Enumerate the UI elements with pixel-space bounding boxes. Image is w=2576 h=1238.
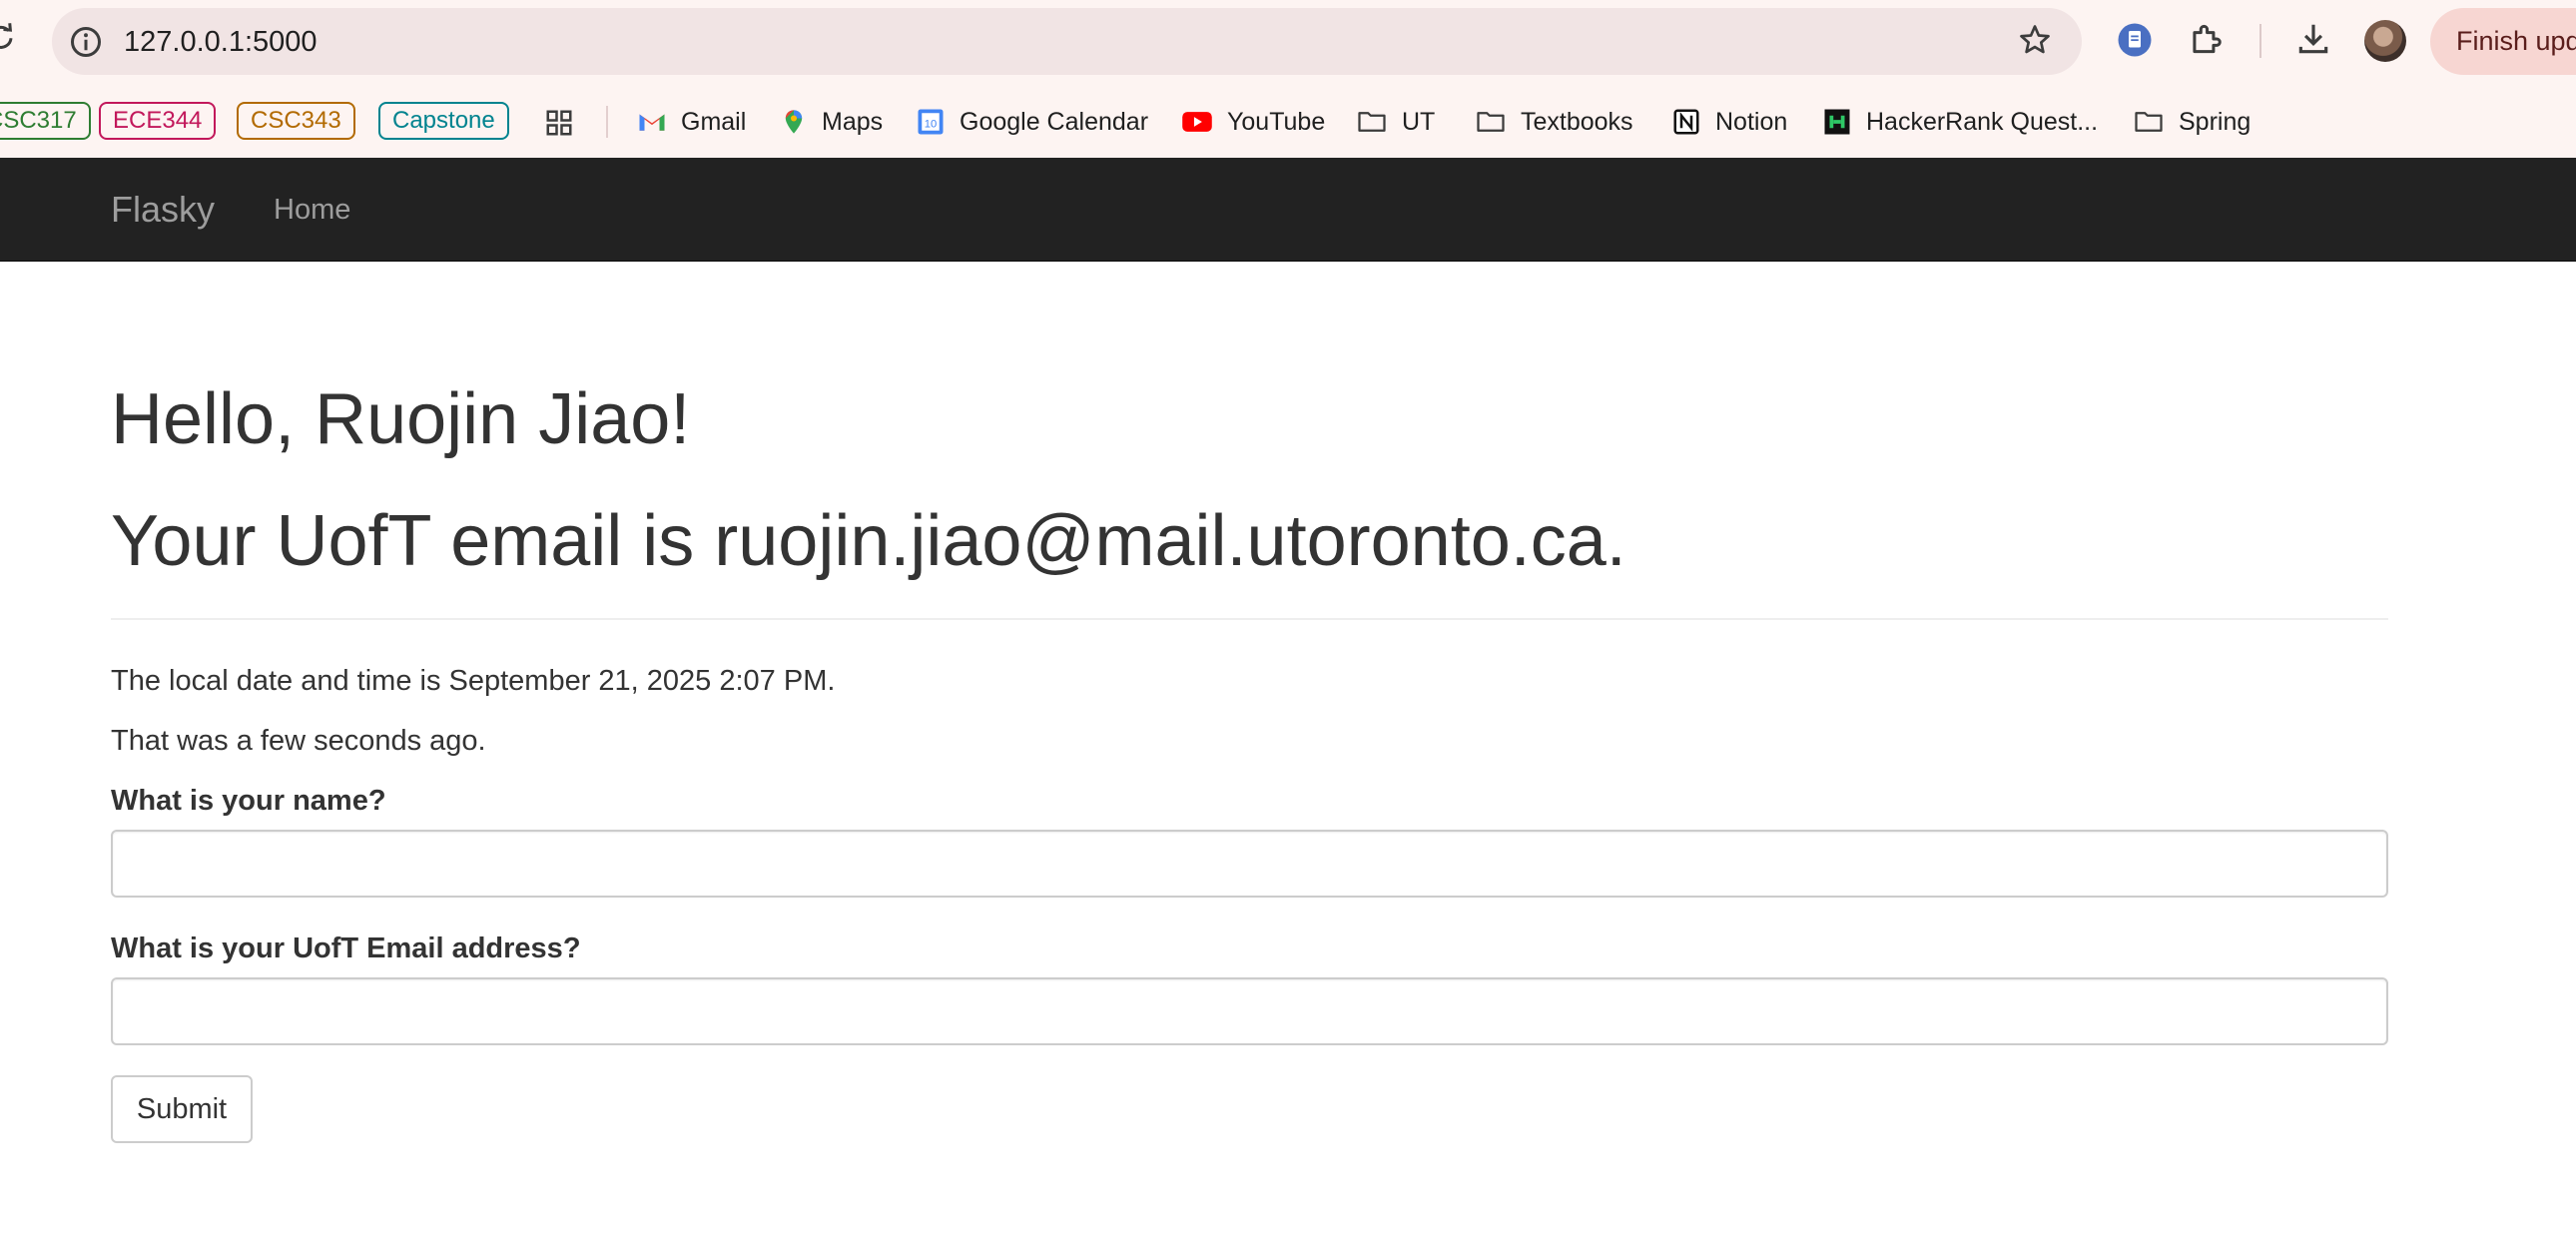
browser-toolbar: 127.0.0.1:5000 Finish update	[0, 0, 2576, 86]
bookmark-label: Maps	[822, 107, 884, 136]
nav-home-link[interactable]: Home	[274, 158, 350, 262]
address-bar[interactable]	[52, 8, 2082, 75]
bookmark-tag-capstone[interactable]: Capstone	[378, 102, 509, 140]
apps-grid-icon[interactable]	[544, 108, 574, 138]
bookmark-hackerrank[interactable]: HackerRank Quest...	[1822, 86, 2098, 158]
bookmark-tag-ece344[interactable]: ECE344	[99, 102, 217, 140]
site-info-icon[interactable]	[68, 24, 104, 60]
bookmark-label: Google Calendar	[960, 107, 1149, 136]
bookmark-google-calendar[interactable]: 10 Google Calendar	[916, 86, 1148, 158]
bookmark-youtube[interactable]: YouTube	[1181, 86, 1325, 158]
folder-icon	[1358, 112, 1386, 132]
bookmark-gmail[interactable]: Gmail	[637, 86, 746, 158]
youtube-icon	[1182, 112, 1212, 132]
extensions-puzzle-icon[interactable]	[2187, 20, 2225, 58]
calendar-icon: 10	[918, 109, 944, 135]
reload-icon[interactable]	[0, 22, 16, 52]
bookmark-label: Gmail	[681, 107, 747, 136]
bookmark-maps[interactable]: Maps	[780, 86, 883, 158]
bookmark-label: Notion	[1715, 107, 1788, 136]
notion-icon	[1673, 109, 1699, 135]
gmail-icon	[639, 114, 665, 131]
bookmark-star-icon[interactable]	[2017, 22, 2053, 58]
local-time-text: The local date and time is September 21,…	[111, 665, 836, 697]
bookmark-label: YouTube	[1227, 107, 1326, 136]
maps-pin-icon	[785, 110, 803, 134]
folder-icon	[1477, 112, 1505, 132]
bookmark-folder-spring[interactable]: Spring	[2133, 86, 2251, 158]
bookmark-tag-csc343[interactable]: CSC343	[237, 102, 355, 140]
bookmark-label: UT	[1402, 107, 1436, 136]
email-input[interactable]	[111, 977, 2388, 1045]
bookmark-label: Spring	[2179, 107, 2252, 136]
bookmark-folder-ut[interactable]: UT	[1356, 86, 1435, 158]
download-icon[interactable]	[2294, 20, 2332, 58]
app-navbar: Flasky Home	[0, 158, 2576, 262]
bookmark-tag-csc317[interactable]: CSC317	[0, 102, 91, 140]
finish-update-button[interactable]: Finish update	[2430, 8, 2576, 75]
folder-icon	[2135, 112, 2163, 132]
profile-avatar[interactable]	[2364, 20, 2406, 62]
relative-time-text: That was a few seconds ago.	[111, 725, 486, 757]
toolbar-divider	[2259, 24, 2261, 58]
extension-doc-icon[interactable]	[2117, 22, 2153, 58]
navbar-brand[interactable]: Flasky	[111, 158, 215, 262]
bookmark-label: Textbooks	[1521, 107, 1633, 136]
bookmark-label: HackerRank Quest...	[1866, 107, 2099, 136]
name-label: What is your name?	[111, 785, 386, 817]
submit-button[interactable]: Submit	[111, 1075, 253, 1143]
bookmarks-divider	[606, 106, 608, 138]
bookmarks-bar: CSC317 ECE344 CSC343 Capstone Gmail Maps…	[0, 86, 2576, 158]
hackerrank-icon	[1824, 109, 1850, 135]
url-text[interactable]: 127.0.0.1:5000	[124, 22, 318, 62]
svg-text:10: 10	[925, 119, 938, 131]
name-input[interactable]	[111, 830, 2388, 898]
greeting-heading: Hello, Ruojin Jiao!	[111, 379, 691, 459]
bookmark-notion[interactable]: Notion	[1671, 86, 1787, 158]
email-label: What is your UofT Email address?	[111, 932, 581, 964]
header-divider	[111, 618, 2388, 620]
email-heading: Your UofT email is ruojin.jiao@mail.utor…	[111, 501, 1626, 581]
bookmark-folder-textbooks[interactable]: Textbooks	[1475, 86, 1633, 158]
